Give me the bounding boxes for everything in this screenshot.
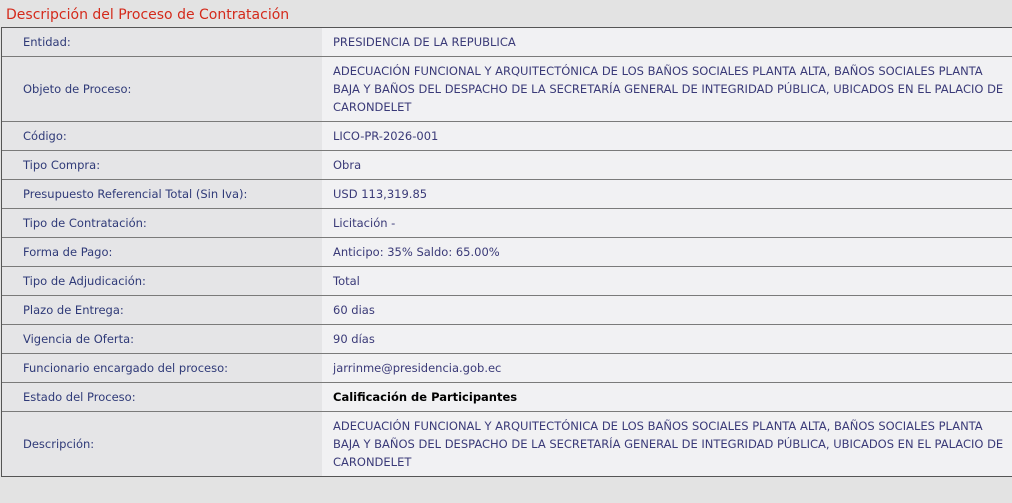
field-value: ADECUACIÓN FUNCIONAL Y ARQUITECTÓNICA DE… (322, 57, 1012, 121)
field-label: Forma de Pago: (2, 238, 322, 266)
row-funcionario: Funcionario encargado del proceso: jarri… (2, 354, 1012, 383)
field-label: Código: (2, 122, 322, 150)
row-plazo-entrega: Plazo de Entrega: 60 dias (2, 296, 1012, 325)
field-label: Estado del Proceso: (2, 383, 322, 411)
section-title: Descripción del Proceso de Contratación (6, 7, 290, 23)
field-value: Licitación - (322, 209, 1012, 237)
field-label: Plazo de Entrega: (2, 296, 322, 324)
field-label: Entidad: (2, 28, 322, 56)
process-detail-table: Entidad: PRESIDENCIA DE LA REPUBLICA Obj… (1, 27, 1012, 477)
field-value: Total (322, 267, 1012, 295)
row-tipo-compra: Tipo Compra: Obra (2, 151, 1012, 180)
field-label: Tipo de Contratación: (2, 209, 322, 237)
field-value: Anticipo: 35% Saldo: 65.00% (322, 238, 1012, 266)
field-value: 60 dias (322, 296, 1012, 324)
field-label: Tipo Compra: (2, 151, 322, 179)
field-label: Descripción: (2, 412, 322, 476)
field-value: 90 días (322, 325, 1012, 353)
row-estado-proceso: Estado del Proceso: Calificación de Part… (2, 383, 1012, 412)
field-label: Objeto de Proceso: (2, 57, 322, 121)
section-header: Descripción del Proceso de Contratación (0, 0, 1012, 27)
row-codigo: Código: LICO-PR-2026-001 (2, 122, 1012, 151)
row-vigencia-oferta: Vigencia de Oferta: 90 días (2, 325, 1012, 354)
field-value: USD 113,319.85 (322, 180, 1012, 208)
row-tipo-adjudicacion: Tipo de Adjudicación: Total (2, 267, 1012, 296)
field-value: PRESIDENCIA DE LA REPUBLICA (322, 28, 1012, 56)
field-value: jarrinme@presidencia.gob.ec (322, 354, 1012, 382)
field-label: Presupuesto Referencial Total (Sin Iva): (2, 180, 322, 208)
row-presupuesto: Presupuesto Referencial Total (Sin Iva):… (2, 180, 1012, 209)
field-value: ADECUACIÓN FUNCIONAL Y ARQUITECTÓNICA DE… (322, 412, 1012, 476)
row-objeto-proceso: Objeto de Proceso: ADECUACIÓN FUNCIONAL … (2, 57, 1012, 122)
field-label: Funcionario encargado del proceso: (2, 354, 322, 382)
field-label: Tipo de Adjudicación: (2, 267, 322, 295)
field-value: Obra (322, 151, 1012, 179)
field-value: LICO-PR-2026-001 (322, 122, 1012, 150)
field-label: Vigencia de Oferta: (2, 325, 322, 353)
row-entidad: Entidad: PRESIDENCIA DE LA REPUBLICA (2, 28, 1012, 57)
row-tipo-contratacion: Tipo de Contratación: Licitación - (2, 209, 1012, 238)
status-value: Calificación de Participantes (322, 383, 1012, 411)
row-descripcion: Descripción: ADECUACIÓN FUNCIONAL Y ARQU… (2, 412, 1012, 476)
row-forma-pago: Forma de Pago: Anticipo: 35% Saldo: 65.0… (2, 238, 1012, 267)
